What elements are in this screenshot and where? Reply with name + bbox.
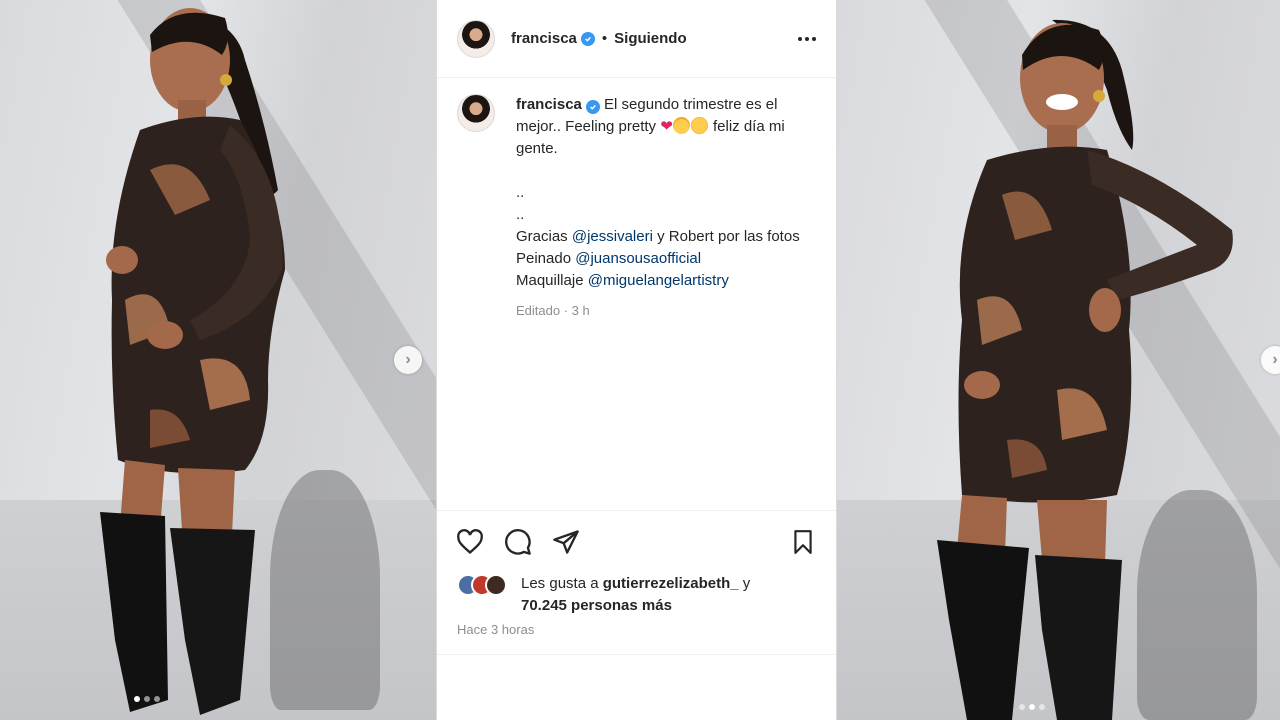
- kiss-emoji: [690, 117, 708, 134]
- verified-badge-icon: [580, 31, 595, 46]
- caption-dots-2: ..: [516, 206, 525, 223]
- carousel-dots: [134, 696, 160, 702]
- likes-connector: y: [742, 575, 751, 592]
- post-photo-right[interactable]: ›: [837, 0, 1280, 720]
- credit-label: Gracias: [516, 228, 568, 245]
- carousel-dot: [154, 696, 160, 702]
- credit-label: y Robert por las fotos: [657, 228, 800, 245]
- header-separator: •: [601, 30, 608, 47]
- mention-link[interactable]: @jessivaleri: [572, 228, 653, 245]
- carousel-dots: [1019, 704, 1045, 710]
- carousel-dot: [1039, 704, 1045, 710]
- post-timestamp[interactable]: Hace 3 horas: [457, 622, 534, 637]
- carousel-dot: [134, 696, 140, 702]
- likes-count[interactable]: 70.245 personas más: [521, 595, 750, 617]
- author-avatar[interactable]: [457, 19, 495, 58]
- liker-username[interactable]: gutierrezelizabeth_: [603, 575, 739, 592]
- mention-link[interactable]: @juansousaofficial: [575, 250, 701, 267]
- caption-author-avatar[interactable]: [457, 94, 495, 132]
- credit-label: Maquillaje: [516, 272, 584, 289]
- caption-credits-hair: Peinado @juansousaofficial: [516, 248, 806, 270]
- carousel-next-button[interactable]: ›: [394, 346, 422, 374]
- mention-link[interactable]: @miguelangelartistry: [588, 272, 729, 289]
- heart-icon[interactable]: [455, 527, 485, 557]
- heart-emoji: ❤: [660, 118, 673, 135]
- post-photo-left[interactable]: ›: [0, 0, 436, 720]
- following-button[interactable]: Siguiendo: [614, 30, 687, 47]
- chevron-right-icon: ›: [1272, 351, 1278, 368]
- caption-username[interactable]: francisca: [516, 96, 582, 113]
- credit-label: Peinado: [516, 250, 572, 267]
- share-icon[interactable]: [551, 527, 581, 557]
- carousel-dot: [1019, 704, 1025, 710]
- author-info: francisca • Siguiendo: [511, 30, 687, 47]
- caption-area: francisca El segundo trimestre es el mej…: [437, 78, 836, 510]
- carousel-dot: [144, 696, 150, 702]
- comment-icon[interactable]: [503, 527, 533, 557]
- post-details-panel: francisca • Siguiendo francisca El segun…: [436, 0, 837, 720]
- carousel-dot: [1029, 704, 1035, 710]
- liker-avatar: [485, 574, 507, 596]
- chevron-right-icon: ›: [405, 351, 411, 368]
- bookmark-icon[interactable]: [788, 527, 818, 557]
- more-options-icon[interactable]: [798, 36, 816, 41]
- post-actions-bar: [437, 510, 836, 572]
- post-header: francisca • Siguiendo: [437, 0, 836, 78]
- woman-figure-illustration: [937, 19, 1233, 720]
- liker-avatars[interactable]: [457, 573, 513, 597]
- verified-badge-icon: [585, 100, 600, 114]
- caption-text: francisca El segundo trimestre es el mej…: [516, 94, 806, 510]
- caption-credits-makeup: Maquillaje @miguelangelartistry: [516, 270, 806, 292]
- likes-text: Les gusta a gutierrezelizabeth_ y 70.245…: [521, 573, 750, 617]
- likes-prefix: Les gusta a: [521, 575, 599, 592]
- divider: [437, 654, 836, 655]
- author-username[interactable]: francisca: [511, 30, 577, 47]
- likes-summary: Les gusta a gutierrezelizabeth_ y 70.245…: [457, 573, 750, 617]
- caption-dots-1: ..: [516, 184, 525, 201]
- edited-timestamp: Editado · 3 h: [516, 303, 590, 318]
- caption-credits-photos: Gracias @jessivaleri y Robert por las fo…: [516, 226, 806, 248]
- laughing-emoji: [672, 117, 690, 134]
- woman-figure-illustration: [100, 8, 285, 715]
